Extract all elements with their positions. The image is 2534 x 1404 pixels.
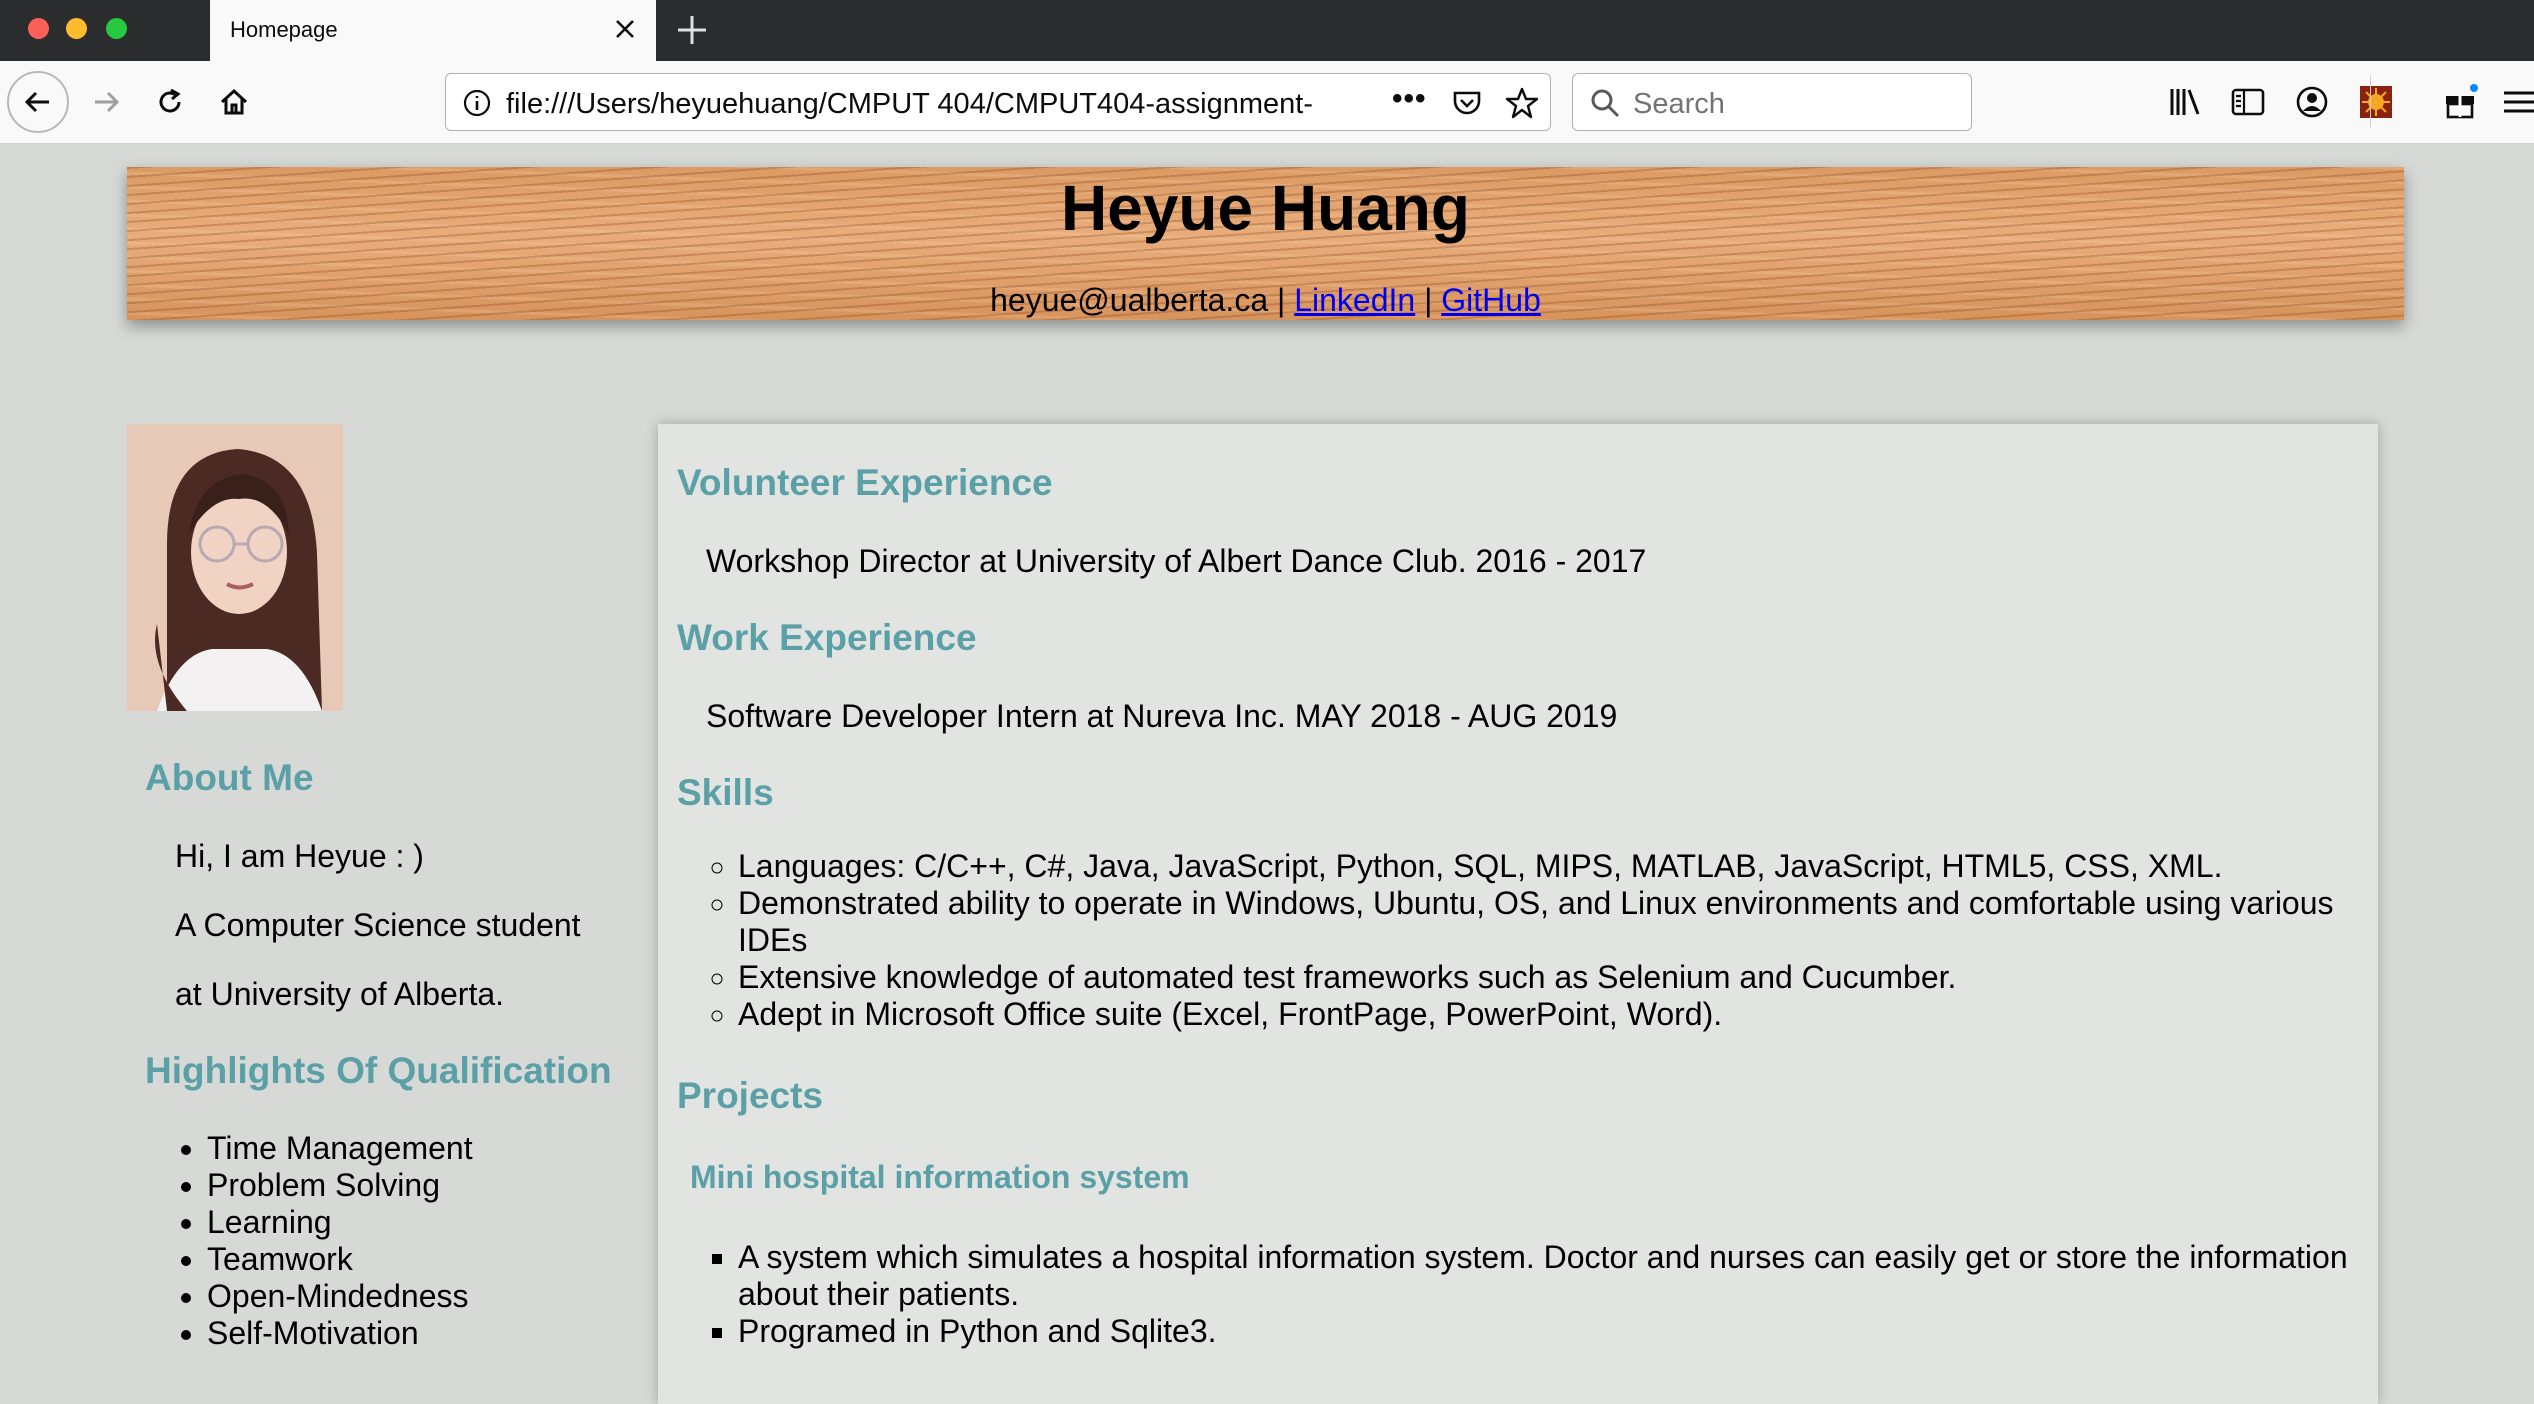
browser-titlebar: Homepage: [0, 0, 2534, 61]
url-bar[interactable]: file:///Users/heyuehuang/CMPUT 404/CMPUT…: [445, 73, 1551, 131]
url-text: file:///Users/heyuehuang/CMPUT 404/CMPUT…: [506, 88, 1313, 120]
about-line: Hi, I am Heyue : ): [175, 838, 424, 874]
pocket-icon[interactable]: [1450, 86, 1484, 120]
page-actions-icon[interactable]: •••: [1392, 82, 1427, 116]
list-item: Demonstrated ability to operate in Windo…: [738, 885, 2358, 959]
project-items-list: A system which simulates a hospital info…: [678, 1239, 2378, 1350]
url-fade: [1306, 78, 1366, 126]
menu-icon[interactable]: [2500, 83, 2534, 121]
about-line: at University of Alberta.: [175, 976, 505, 1012]
minimize-window-button[interactable]: [66, 18, 87, 39]
sidebar-icon[interactable]: [2229, 83, 2267, 121]
about-heading: About Me: [145, 757, 314, 798]
list-item: Learning: [207, 1204, 473, 1241]
skills-list: Languages: C/C++, C#, Java, JavaScript, …: [678, 848, 2358, 1033]
separator: |: [1277, 282, 1286, 318]
home-icon: [220, 88, 248, 115]
list-item: A system which simulates a hospital info…: [738, 1239, 2378, 1313]
close-tab-icon[interactable]: [608, 12, 642, 46]
bookmark-star-icon[interactable]: [1504, 85, 1540, 121]
back-arrow-icon: [24, 91, 49, 113]
highlights-list: Time Management Problem Solving Learning…: [145, 1130, 473, 1352]
list-item: Open-Mindedness: [207, 1278, 473, 1315]
main-card: Volunteer Experience Workshop Director a…: [658, 424, 2378, 1404]
projects-heading: Projects: [677, 1075, 824, 1116]
highlights-heading: Highlights Of Qualification: [145, 1050, 612, 1091]
new-tab-icon[interactable]: [672, 10, 712, 50]
list-item: Extensive knowledge of automated test fr…: [738, 959, 2358, 996]
browser-toolbar: file:///Users/heyuehuang/CMPUT 404/CMPUT…: [0, 61, 2534, 144]
separator: |: [1424, 282, 1433, 318]
volunteer-heading: Volunteer Experience: [677, 462, 1053, 503]
list-item: Self-Motivation: [207, 1315, 473, 1352]
project-title: Mini hospital information system: [690, 1159, 1190, 1195]
reload-button[interactable]: [139, 71, 201, 133]
work-text: Software Developer Intern at Nureva Inc.…: [706, 698, 1618, 734]
info-icon[interactable]: [462, 88, 492, 118]
list-item: Teamwork: [207, 1241, 473, 1278]
back-button[interactable]: [7, 71, 69, 133]
profile-photo: [127, 424, 343, 711]
portrait-image: [127, 424, 343, 711]
about-line: A Computer Science student: [175, 907, 581, 943]
list-item: Problem Solving: [207, 1167, 473, 1204]
forward-button[interactable]: [75, 71, 137, 133]
skills-heading: Skills: [677, 772, 774, 813]
linkedin-link[interactable]: LinkedIn: [1294, 282, 1415, 318]
tab-homepage[interactable]: Homepage: [210, 0, 656, 61]
page-title: Heyue Huang: [1061, 172, 1470, 244]
library-icon[interactable]: [2166, 83, 2204, 121]
contact-line: heyue@ualberta.ca | LinkedIn | GitHub: [127, 282, 2404, 319]
github-link[interactable]: GitHub: [1441, 282, 1541, 318]
tab-title: Homepage: [230, 17, 338, 42]
search-input[interactable]: Search: [1572, 73, 1972, 131]
search-placeholder: Search: [1633, 88, 1725, 120]
gift-icon[interactable]: [2441, 83, 2479, 121]
search-icon: [1591, 89, 1620, 118]
list-item: Time Management: [207, 1130, 473, 1167]
email-text: heyue@ualberta.ca: [990, 282, 1269, 318]
maximize-window-button[interactable]: [106, 18, 127, 39]
list-item: Languages: C/C++, C#, Java, JavaScript, …: [738, 848, 2358, 885]
work-heading: Work Experience: [677, 617, 977, 658]
account-icon[interactable]: [2293, 83, 2331, 121]
extension-icon[interactable]: [2357, 83, 2395, 121]
reload-icon: [159, 88, 181, 113]
header-banner: Heyue Huang heyue@ualberta.ca | LinkedIn…: [127, 167, 2404, 320]
list-item: Adept in Microsoft Office suite (Excel, …: [738, 996, 2358, 1033]
forward-arrow-icon: [95, 91, 120, 113]
list-item: Programed in Python and Sqlite3.: [738, 1313, 2378, 1350]
toolbar-divider: [2370, 75, 2371, 127]
home-button[interactable]: [203, 71, 265, 133]
close-window-button[interactable]: [28, 18, 49, 39]
volunteer-text: Workshop Director at University of Alber…: [706, 543, 1647, 579]
